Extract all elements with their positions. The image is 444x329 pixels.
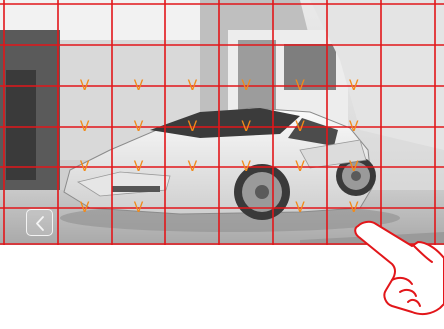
motion-mark[interactable]: V [183, 77, 201, 95]
motion-mark[interactable]: V [76, 158, 94, 176]
motion-mark[interactable]: V [237, 118, 255, 136]
chevron-left-icon [36, 216, 44, 231]
motion-mark[interactable]: V [183, 158, 201, 176]
motion-mark[interactable]: V [291, 77, 309, 95]
motion-mark[interactable]: V [291, 199, 309, 217]
back-button[interactable] [26, 209, 53, 236]
motion-mark[interactable]: V [130, 118, 148, 136]
motion-mark[interactable]: V [291, 118, 309, 136]
motion-mark[interactable]: V [345, 158, 363, 176]
motion-mark[interactable]: V [76, 77, 94, 95]
motion-mark[interactable]: V [130, 158, 148, 176]
motion-mark[interactable]: V [237, 158, 255, 176]
motion-mark[interactable]: V [76, 199, 94, 217]
intercom-video-screen[interactable]: V V V V V V V V V V V V V V V V V V V V V V [0, 0, 444, 245]
pointing-hand-icon [354, 220, 444, 316]
motion-mark[interactable]: V [130, 199, 148, 217]
motion-mark[interactable]: V [291, 158, 309, 176]
selection-grid [0, 0, 444, 245]
motion-mark[interactable]: V [76, 118, 94, 136]
motion-mark[interactable]: V [237, 77, 255, 95]
motion-mark[interactable]: V [345, 118, 363, 136]
motion-mark[interactable]: V [345, 77, 363, 95]
motion-mark[interactable]: V [345, 199, 363, 217]
motion-mark[interactable]: V [183, 118, 201, 136]
motion-mark[interactable]: V [130, 77, 148, 95]
